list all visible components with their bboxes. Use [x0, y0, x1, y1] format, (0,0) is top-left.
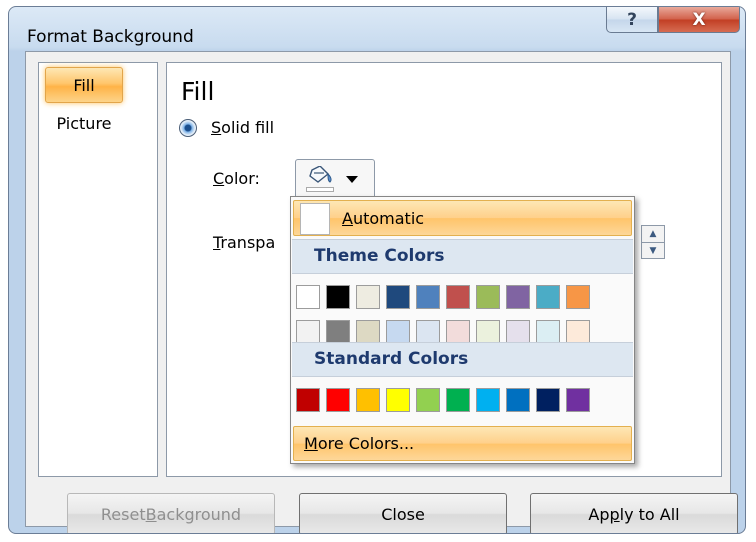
color-swatch[interactable]: [476, 285, 500, 309]
automatic-color-option[interactable]: Automatic: [293, 200, 632, 236]
chevron-down-icon: [346, 176, 358, 183]
color-swatch[interactable]: [386, 320, 410, 344]
current-color-swatch: [306, 187, 334, 192]
access-key: S: [211, 118, 222, 137]
help-icon: ?: [627, 9, 637, 30]
access-key: B: [145, 504, 157, 524]
color-swatch[interactable]: [446, 320, 470, 344]
theme-colors-row-1: [296, 285, 590, 309]
close-icon: X: [692, 9, 706, 30]
color-swatch[interactable]: [566, 388, 590, 412]
color-swatch[interactable]: [506, 285, 530, 309]
color-swatch[interactable]: [446, 285, 470, 309]
color-swatch[interactable]: [296, 320, 320, 344]
standard-colors-header: Standard Colors: [292, 342, 633, 377]
automatic-swatch: [300, 203, 330, 235]
access-key: C: [213, 169, 225, 188]
color-swatch[interactable]: [536, 320, 560, 344]
nav-item-label: Fill: [73, 75, 95, 95]
access-key: p: [609, 504, 620, 524]
color-swatch[interactable]: [386, 285, 410, 309]
standard-colors-row: [296, 388, 590, 412]
close-window-button[interactable]: X: [658, 7, 740, 33]
title-bar: Format Background ? X: [9, 7, 745, 51]
color-swatch[interactable]: [296, 285, 320, 309]
automatic-label: Automatic: [342, 209, 424, 228]
spin-up-icon[interactable]: ▲: [642, 226, 664, 242]
transparency-spinner[interactable]: ▲ ▼: [641, 225, 665, 259]
color-swatch[interactable]: [326, 320, 350, 344]
transparency-label: Transpa: [213, 233, 275, 252]
color-swatch[interactable]: [476, 320, 500, 344]
color-swatch[interactable]: [356, 388, 380, 412]
panel-heading: Fill: [181, 77, 215, 106]
color-swatch[interactable]: [416, 320, 440, 344]
color-swatch[interactable]: [296, 388, 320, 412]
color-swatch[interactable]: [416, 285, 440, 309]
solid-fill-radio[interactable]: [179, 119, 197, 137]
dialog-title: Format Background: [27, 27, 194, 47]
color-swatch[interactable]: [476, 388, 500, 412]
color-swatch[interactable]: [506, 388, 530, 412]
nav-item-fill[interactable]: Fill: [45, 67, 123, 103]
reset-background-button[interactable]: Reset Background: [67, 493, 275, 533]
label-rest: utomatic: [352, 209, 425, 228]
label-rest: ranspa: [220, 233, 276, 252]
help-button[interactable]: ?: [606, 7, 658, 33]
label-rest: olor:: [224, 169, 260, 188]
color-swatch[interactable]: [536, 285, 560, 309]
theme-colors-row-2: [296, 320, 590, 344]
button-label: Close: [381, 504, 425, 524]
label-pre: Ap: [588, 504, 610, 524]
theme-colors-header: Theme Colors: [292, 239, 633, 274]
label-rest: olid fill: [221, 118, 275, 137]
label-rest: ore Colors...: [317, 434, 415, 453]
color-swatch[interactable]: [386, 388, 410, 412]
label-rest: ly to All: [619, 504, 680, 524]
solid-fill-label[interactable]: Solid fill: [211, 118, 274, 137]
color-swatch[interactable]: [506, 320, 530, 344]
color-swatch[interactable]: [566, 285, 590, 309]
apply-to-all-button[interactable]: Ap p ly to All: [530, 493, 738, 533]
access-key: A: [342, 209, 353, 228]
color-dropdown: Automatic Theme Colors Standard Colors M…: [290, 196, 635, 464]
nav-item-label: Picture: [56, 113, 112, 133]
category-list: Fill Picture: [38, 62, 158, 477]
access-key: M: [304, 434, 318, 453]
close-button[interactable]: Close: [299, 493, 507, 533]
color-swatch[interactable]: [536, 388, 560, 412]
nav-item-picture[interactable]: Picture: [45, 105, 123, 141]
label-pre: Reset: [100, 504, 146, 524]
color-swatch[interactable]: [446, 388, 470, 412]
color-label: Color:: [213, 169, 260, 188]
color-swatch[interactable]: [356, 285, 380, 309]
color-swatch[interactable]: [356, 320, 380, 344]
color-swatch[interactable]: [326, 285, 350, 309]
more-colors-option[interactable]: More Colors...: [293, 426, 632, 461]
label-rest: ackground: [156, 504, 242, 524]
paint-bucket-icon: [309, 166, 332, 183]
color-picker-button[interactable]: [295, 159, 375, 199]
color-swatch[interactable]: [416, 388, 440, 412]
spin-down-icon[interactable]: ▼: [642, 242, 664, 258]
color-swatch[interactable]: [326, 388, 350, 412]
color-swatch[interactable]: [566, 320, 590, 344]
